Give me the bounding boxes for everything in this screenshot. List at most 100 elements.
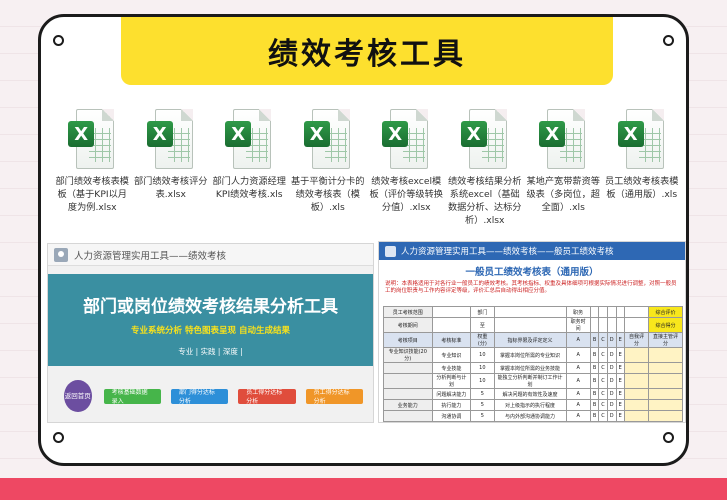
file-name: 某地产宽带薪资等级表（多岗位，超全面）.xls (526, 176, 601, 213)
excel-file-icon: X (225, 109, 273, 171)
table-cell: 执行能力 (431, 399, 472, 411)
table-row: 员工考核范围 部门 职务 综合评价 (383, 306, 683, 318)
preview-subtitle: 专业系统分析 特色图表呈现 自动生成结果 (131, 326, 290, 336)
table-cell: 沟通协调 (431, 410, 472, 422)
table-cell: 5 (470, 410, 495, 422)
table-cell: C (598, 373, 608, 389)
table-cell: D (606, 410, 617, 422)
staff-analysis-button-2[interactable]: 员工得分达标分析 (305, 388, 363, 405)
file-item[interactable]: X 绩效考核结果分析系统excel（基础数据分析、达标分析）.xlsx (446, 109, 525, 249)
table-row: 业务能力 执行能力 5 对上级指示的执行程度 A B C D E (383, 399, 683, 411)
table-cell: 对上级指示的执行程度 (493, 399, 567, 411)
preview-evaluation-table: 人力资源管理实用工具——绩效考核——般员工绩效考核 一般员工绩效考核表（通用版）… (378, 241, 686, 423)
file-item[interactable]: X 部门绩效考核评分表.xlsx (132, 109, 211, 249)
file-name: 部门人力资源经理KPI绩效考核.xls (212, 176, 287, 200)
excel-file-icon: X (146, 109, 195, 171)
table-cell: 综合得分 (648, 317, 683, 333)
excel-x-icon: X (68, 121, 95, 147)
table-cell: E (615, 362, 625, 374)
table-cell: 员工考核范围 (383, 306, 433, 318)
product-card: 绩效考核工具 X 部门绩效考核表模板（基于KPI以月度为例.xlsx X 部门绩效考核… (38, 14, 689, 466)
home-button[interactable]: 返回首页 (64, 380, 92, 412)
table-cell (493, 306, 567, 318)
table-row: 问题解决能力 5 解决问题的有效性及速度 A B C D E (383, 388, 683, 400)
table-cell: 直接主管评分 (648, 332, 683, 348)
table-cell (623, 399, 650, 411)
binder-hole-icon (53, 432, 64, 443)
table-cell: B (589, 362, 600, 374)
table-cell (383, 388, 433, 400)
binder-hole-icon (663, 432, 674, 443)
table-cell: 分析判断与计划 (431, 373, 472, 389)
table-cell: 职务 (565, 306, 591, 318)
table-cell: 综合评价 (648, 306, 683, 318)
table-cell: 10 (470, 347, 495, 363)
preview-motto: 专业 | 实践 | 深度 | (178, 347, 243, 356)
table-cell: 自我评分 (623, 332, 650, 348)
table-cell: 掌握本岗位所需的专业知识 (493, 347, 567, 363)
preview-header-text: 人力资源管理实用工具——绩效考核——般员工绩效考核 (401, 247, 614, 257)
table-cell: 问题解决能力 (431, 388, 472, 400)
table-cell (648, 347, 683, 363)
table-cell: 与内外部沟通协调能力 (493, 410, 567, 422)
excel-x-icon: X (225, 121, 252, 147)
preview-analysis-tool: 人力资源管理实用工具——绩效考核 部门或岗位绩效考核结果分析工具 专业系统分析 … (47, 243, 374, 423)
table-cell (383, 373, 433, 389)
table-cell: E (615, 347, 625, 363)
data-entry-button[interactable]: 考核基础数据录入 (103, 388, 161, 405)
file-item[interactable]: X 基于平衡计分卡的绩效考核表（模板）.xls (289, 109, 368, 249)
table-cell: A (565, 362, 591, 374)
table-cell: 10 (470, 362, 495, 374)
table-cell (431, 317, 472, 333)
table-cell: D (606, 373, 617, 389)
table-row: 考核期间 至 职务时间 综合得分 (383, 317, 683, 333)
binder-hole-icon (53, 35, 64, 46)
file-list: X 部门绩效考核表模板（基于KPI以月度为例.xlsx X 部门绩效考核评分表.xls… (53, 109, 683, 249)
table-cell (623, 362, 650, 374)
file-item[interactable]: X 部门绩效考核表模板（基于KPI以月度为例.xlsx (53, 109, 132, 249)
file-name: 绩效考核结果分析系统excel（基础数据分析、达标分析）.xlsx (448, 176, 522, 226)
excel-file-icon: X (382, 109, 430, 171)
excel-x-icon: X (617, 121, 644, 147)
table-cell: C (598, 410, 608, 422)
table-cell (606, 317, 617, 333)
dept-analysis-button[interactable]: 部门得分达标分析 (170, 388, 229, 405)
table-cell: 职务时间 (565, 317, 591, 333)
table-cell: C (598, 399, 608, 411)
file-item[interactable]: X 绩效考核excel模板（评价等级转换分值）.xlsx (367, 109, 446, 249)
table-cell (598, 317, 608, 333)
staff-analysis-button[interactable]: 员工得分达标分析 (238, 388, 296, 405)
table-cell: A (565, 410, 591, 422)
excel-file-icon: X (539, 109, 587, 171)
table-cell: 指标界限及评定定义 (493, 332, 567, 348)
table-cell: B (589, 332, 600, 348)
table-cell: 10 (470, 373, 495, 389)
file-name: 绩效考核excel模板（评价等级转换分值）.xlsx (369, 176, 444, 213)
table-cell: A (565, 373, 591, 389)
table-cell: 5 (470, 399, 495, 411)
table-cell: D (606, 332, 617, 348)
table-cell (615, 317, 625, 333)
preview-hero: 部门或岗位绩效考核结果分析工具 专业系统分析 特色图表呈现 自动生成结果 专业 … (48, 274, 373, 366)
table-cell (648, 373, 683, 389)
excel-x-icon: X (146, 121, 173, 147)
table-cell: C (598, 332, 608, 348)
table-cell (589, 317, 600, 333)
table-cell: B (589, 410, 600, 422)
file-name: 部门绩效考核表模板（基于KPI以月度为例.xlsx (55, 176, 130, 213)
file-item[interactable]: X 部门人力资源经理KPI绩效考核.xls (210, 109, 289, 249)
table-cell: A (565, 388, 591, 400)
file-item[interactable]: X 某地产宽带薪资等级表（多岗位，超全面）.xls (524, 109, 603, 249)
table-cell (623, 347, 650, 363)
table-cell (648, 388, 683, 400)
logo-icon (385, 245, 396, 257)
logo-icon (54, 247, 68, 262)
table-row: 专业知识技能(20分) 专业知识 10 掌握本岗位所需的专业知识 A B C D E (383, 347, 683, 363)
table-cell: D (606, 362, 617, 374)
file-item[interactable]: X 员工绩效考核表模板（通用版）.xls (603, 109, 682, 249)
table-cell: 考核期间 (383, 317, 433, 333)
table-cell: B (589, 347, 600, 363)
title-banner: 绩效考核工具 (121, 17, 613, 85)
table-cell: B (589, 388, 600, 400)
file-name: 基于平衡计分卡的绩效考核表（模板）.xls (291, 176, 365, 213)
